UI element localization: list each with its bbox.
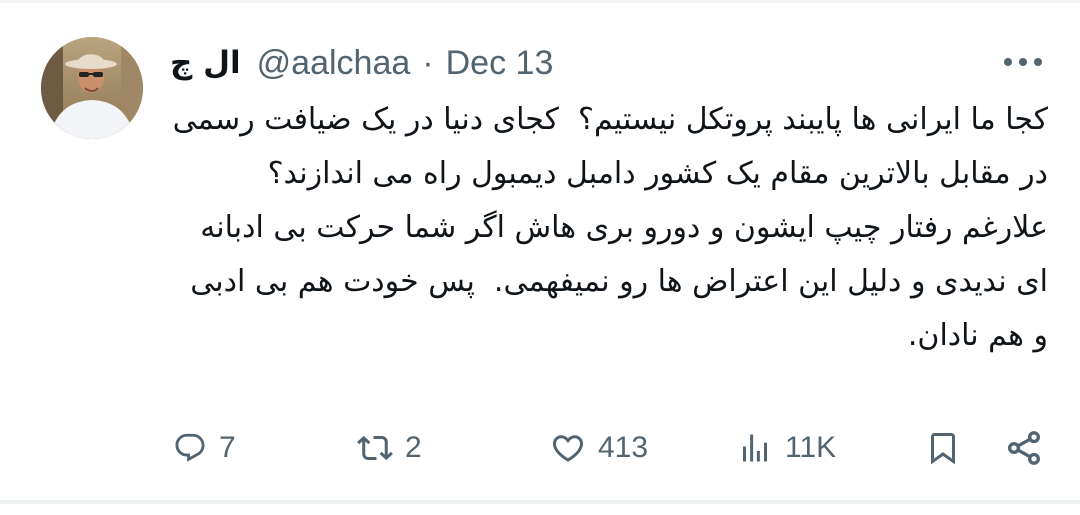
share-icon (1008, 431, 1040, 465)
tweet-header: ال چ @aalchaa · Dec 13 (170, 40, 553, 86)
tweet-date[interactable]: Dec 13 (446, 44, 554, 83)
display-name[interactable]: ال چ (170, 45, 241, 81)
more-horizontal-icon (1004, 58, 1042, 66)
header-separator: · (422, 43, 434, 82)
tweet-paragraph: علارغم رفتار چیپ ایشون و دورو بری هاش اگ… (180, 210, 1048, 353)
retweet-button[interactable]: 2 (357, 420, 422, 476)
like-count: 413 (598, 431, 649, 464)
user-handle[interactable]: @aalchaa (257, 44, 411, 83)
bookmark-icon (931, 433, 955, 465)
reply-icon (175, 433, 205, 462)
retweet-count: 2 (405, 431, 422, 464)
views-count: 11K (785, 431, 837, 464)
top-divider (0, 0, 1080, 3)
bottom-divider (0, 500, 1080, 504)
tweet-paragraph: کجا ما ایرانی ها پایبند پروتکل نیستیم؟ ک… (163, 102, 1048, 191)
reply-button[interactable]: 7 (173, 420, 236, 476)
share-button[interactable] (1004, 420, 1044, 476)
reply-count: 7 (219, 431, 236, 464)
heart-icon (552, 435, 584, 462)
avatar-image (41, 37, 143, 139)
tweet-text: کجا ما ایرانی ها پایبند پروتکل نیستیم؟ ک… (170, 93, 1048, 363)
tweet-actions: 7 2 413 11K (0, 420, 1080, 476)
more-options-button[interactable] (1000, 50, 1046, 74)
views-button[interactable]: 11K (737, 420, 836, 476)
tweet[interactable]: ال چ @aalchaa · Dec 13 کجا ما ایرانی ها … (0, 0, 1080, 515)
avatar[interactable] (41, 37, 143, 139)
views-icon (743, 434, 767, 462)
retweet-icon (357, 435, 393, 461)
bookmark-button[interactable] (925, 420, 961, 476)
like-button[interactable]: 413 (550, 420, 648, 476)
